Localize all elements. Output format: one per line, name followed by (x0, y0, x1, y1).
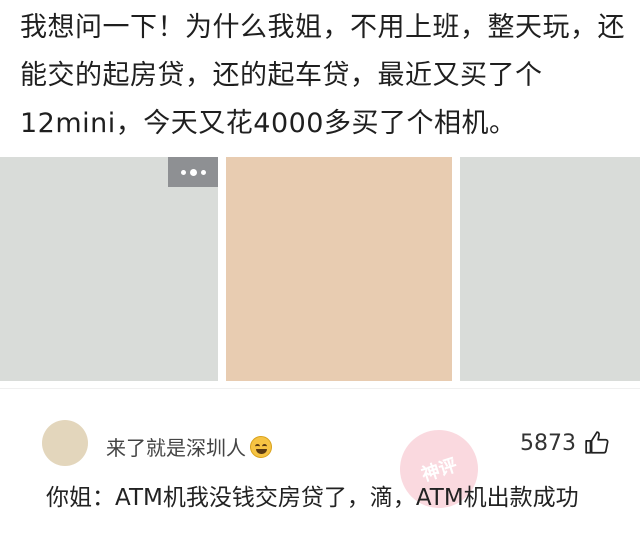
thumbs-up-icon (585, 431, 609, 454)
dot (180, 169, 186, 175)
like-button[interactable]: 5873 (520, 430, 610, 456)
post-image-2[interactable] (226, 157, 452, 381)
image-gallery (0, 157, 640, 381)
dot (200, 169, 206, 175)
divider (0, 388, 640, 389)
more-dots-icon[interactable] (168, 157, 218, 187)
grinning-sweat-emoji-icon (250, 435, 272, 458)
comment-username[interactable]: 来了就是深圳人 (106, 432, 272, 461)
post-text: 我想问一下！为什么我姐，不用上班，整天玩，还能交的起房贷，还的起车贷，最近又买了… (20, 12, 625, 139)
avatar[interactable] (42, 420, 88, 466)
post-image-3[interactable] (460, 157, 640, 381)
like-count: 5873 (520, 430, 576, 456)
comment-text: 你姐：ATM机我没钱交房贷了，滴，ATM机出款成功 (46, 485, 579, 511)
post-image-1[interactable] (0, 157, 218, 381)
username-label: 来了就是深圳人 (106, 436, 246, 460)
dot (189, 168, 197, 176)
